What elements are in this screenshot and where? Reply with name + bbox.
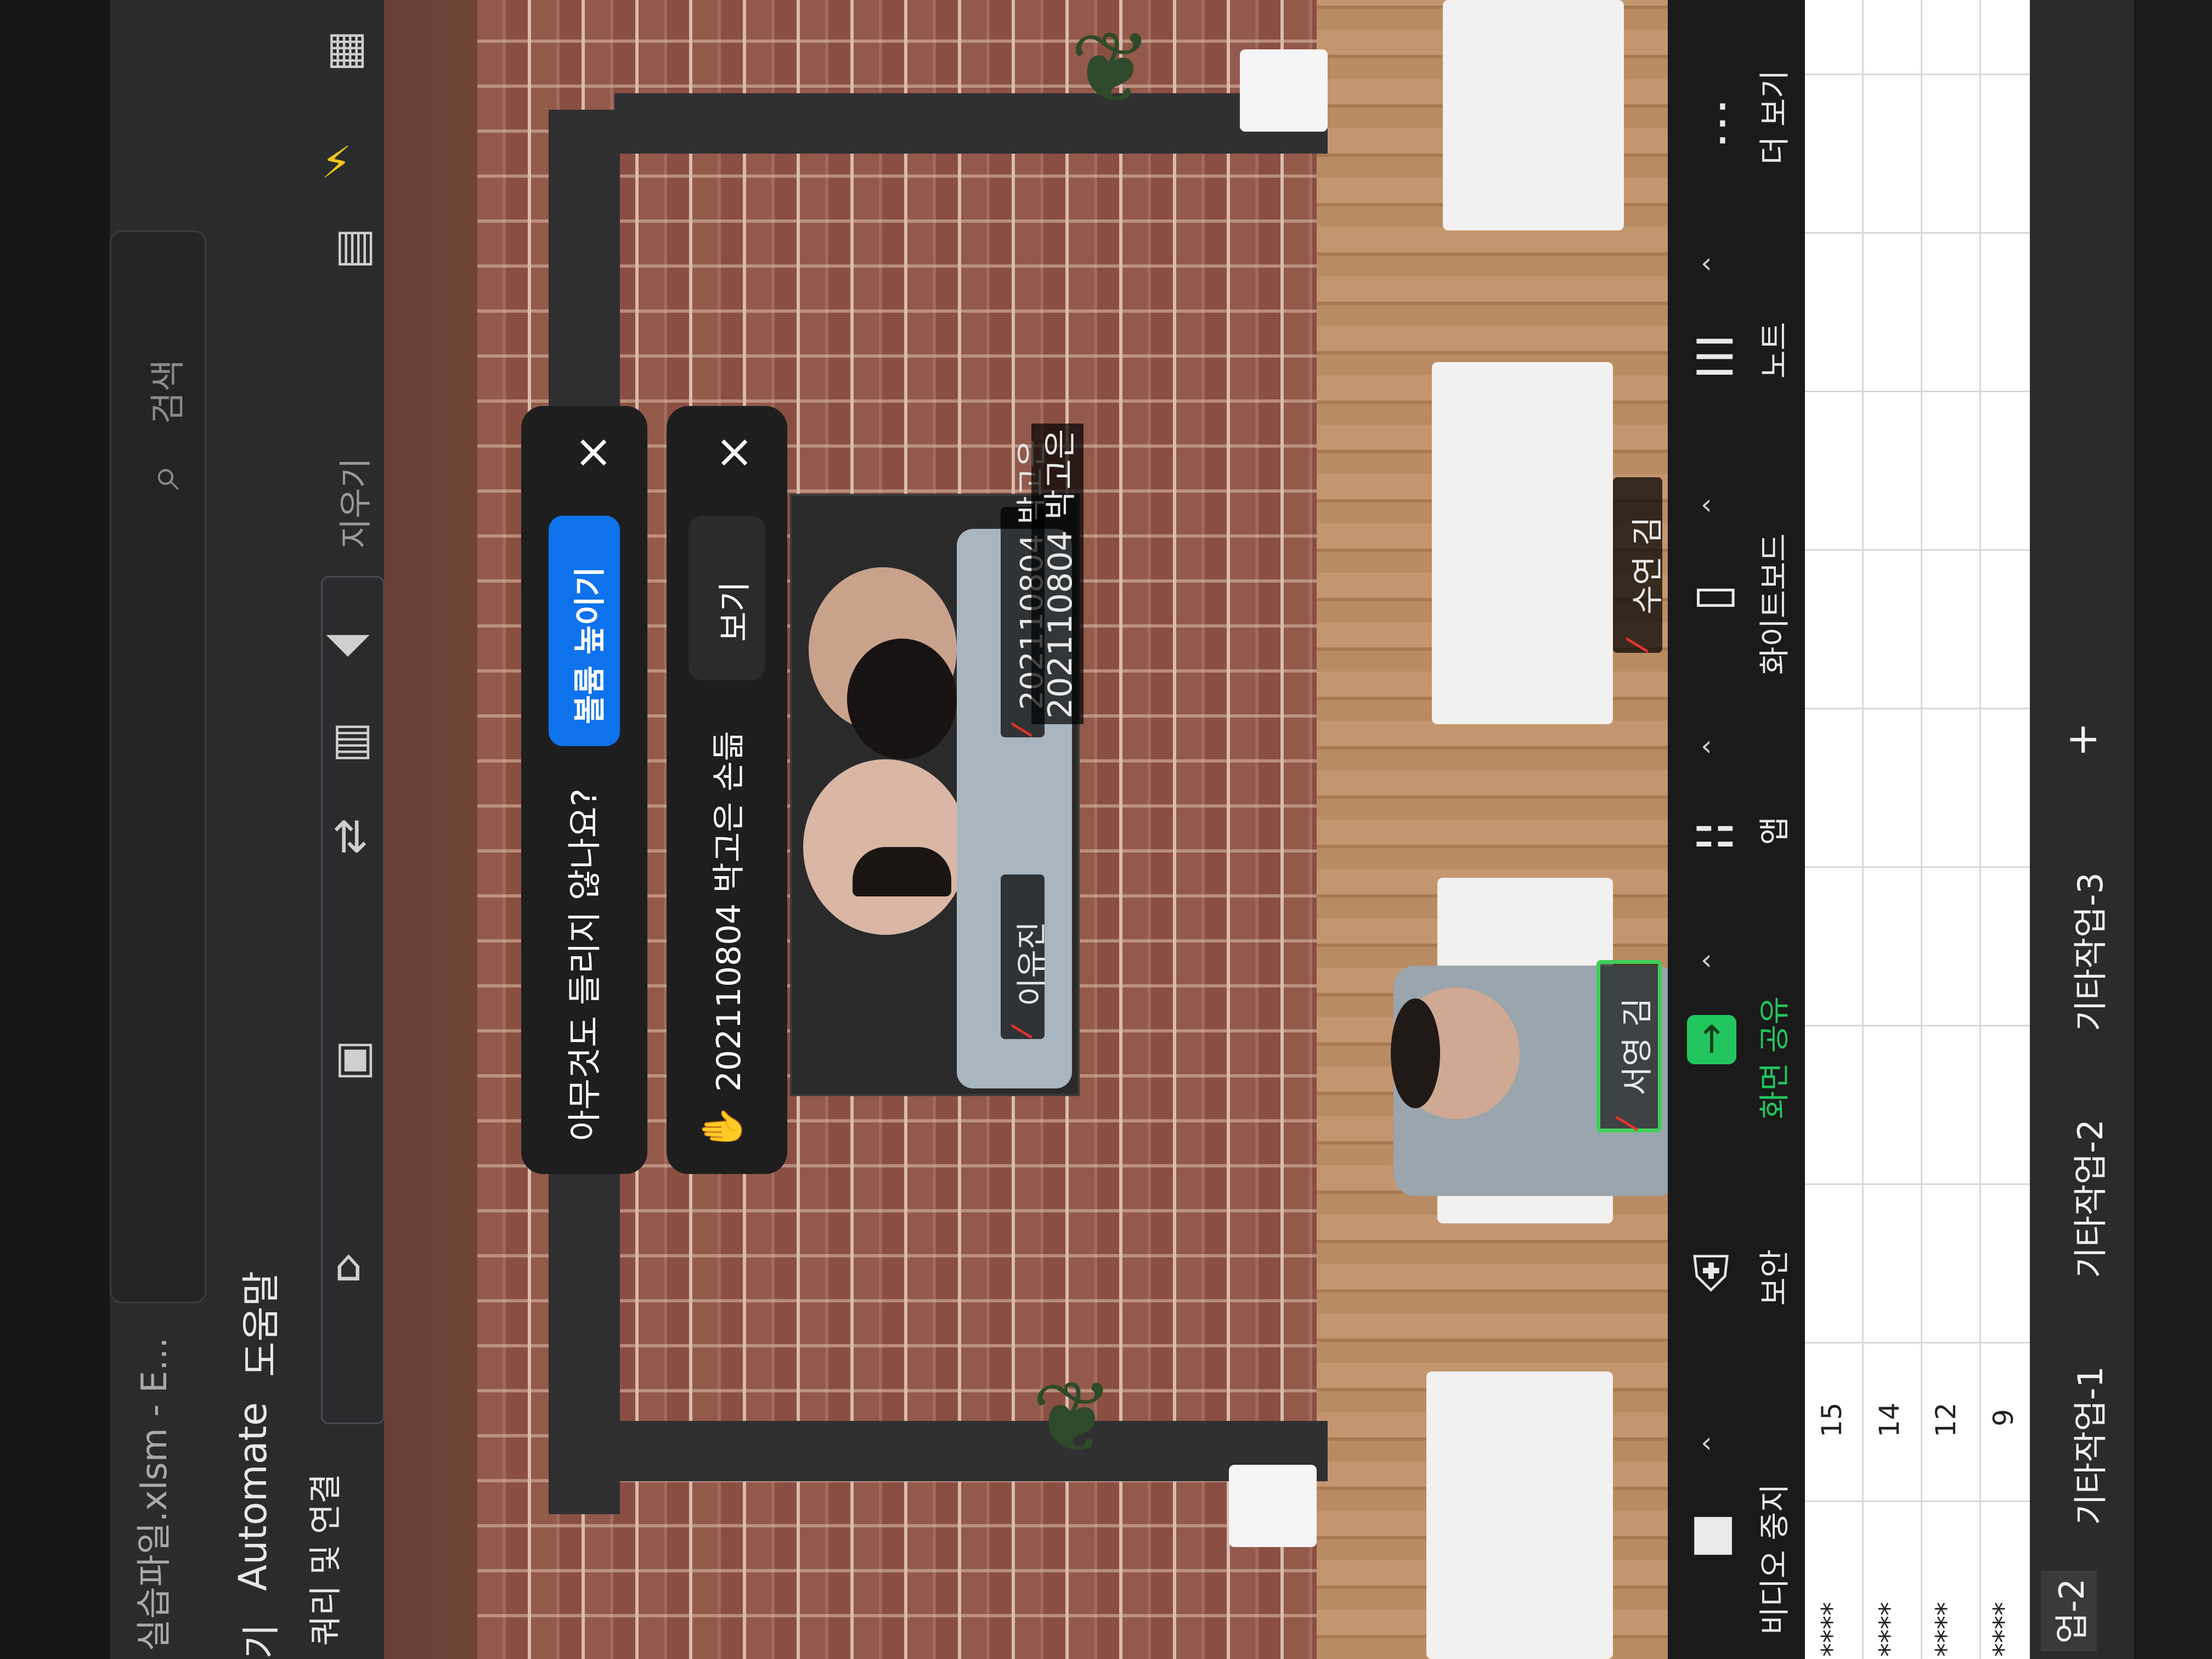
lamp bbox=[1229, 1465, 1317, 1547]
ribbon-group bbox=[321, 576, 385, 1424]
filter-icon[interactable]: ⏷ bbox=[324, 609, 372, 680]
sheet-tab[interactable]: 업-2 bbox=[2041, 1571, 2097, 1651]
participant-name: 이유진 bbox=[1014, 921, 1050, 1006]
toolbar-label-share[interactable]: 화면 공유 bbox=[1750, 996, 1795, 1119]
sort-az-icon[interactable]: ▤ bbox=[332, 713, 374, 764]
cell-stars[interactable]: **** bbox=[1930, 1602, 1962, 1657]
search-placeholder: 검색 bbox=[148, 359, 189, 424]
cell-value[interactable]: 9 bbox=[1988, 1409, 2019, 1426]
plant-decoration: ❦ bbox=[1031, 1361, 1114, 1475]
lamp bbox=[1240, 49, 1328, 132]
mic-off-icon: ⁄ bbox=[1007, 1029, 1038, 1034]
cell-stars[interactable]: **** bbox=[1874, 1602, 1905, 1657]
close-icon[interactable]: × bbox=[706, 433, 760, 472]
view-button-label: 보기 bbox=[716, 581, 754, 642]
close-icon[interactable]: × bbox=[565, 433, 619, 472]
search-input[interactable]: ⌕ 검색 bbox=[110, 230, 206, 1304]
raised-hand-icon: ✋ bbox=[699, 1104, 744, 1152]
camera-icon[interactable]: ▣ bbox=[335, 1031, 376, 1082]
participant-hair bbox=[847, 639, 957, 759]
participant-name: 수연 김 bbox=[1629, 516, 1666, 614]
cell-stars[interactable]: **** bbox=[1988, 1602, 2019, 1657]
flash-fill-icon[interactable]: ⚡ bbox=[321, 137, 352, 188]
excel-ribbon: 실습파일.xlsm - E... ⌕ 검색 기 Automate 도움말 쿼리 … bbox=[0, 0, 386, 1659]
hand-raise-text: 202110804 박고은 손듦 bbox=[710, 731, 748, 1092]
toolbar-label-security[interactable]: 보안 bbox=[1750, 1249, 1795, 1306]
active-speaker-name: 서영 김 bbox=[1618, 997, 1656, 1096]
beam-left bbox=[614, 93, 1328, 154]
raise-volume-label: 볼륨 높이기 bbox=[571, 567, 608, 724]
video-camera-icon[interactable]: ■ bbox=[1690, 1503, 1736, 1561]
raise-volume-button[interactable]: 볼륨 높이기 bbox=[549, 516, 620, 746]
sheet-tab-bar: 업-2 기타작업-1 기타작업-2 기타작업-3 + bbox=[2030, 0, 2134, 1659]
audio-notice-text: 아무것도 들리지 않나요? bbox=[565, 788, 605, 1141]
cell-value[interactable]: 15 bbox=[1816, 1402, 1848, 1437]
screen-bezel bbox=[2134, 0, 2212, 1659]
participant-top-label: 202110804 박고은 bbox=[1031, 423, 1084, 724]
participant-name-tag: ⁄ 이유진 bbox=[1001, 874, 1050, 1039]
menu-tab-partial[interactable]: 기 bbox=[230, 1624, 286, 1659]
sheet-tab[interactable]: 기타작업-1 bbox=[2063, 1366, 2112, 1525]
toolbar-label-apps[interactable]: 앱 bbox=[1750, 816, 1795, 845]
cell-value[interactable]: 14 bbox=[1874, 1402, 1905, 1437]
add-sheet-button[interactable]: + bbox=[2057, 722, 2106, 757]
plant-decoration: ❦ bbox=[1070, 11, 1153, 126]
white-table bbox=[1443, 0, 1624, 230]
chevron-up-icon[interactable]: ‹ bbox=[1701, 247, 1712, 280]
more-icon[interactable]: ⋮ bbox=[1698, 93, 1747, 151]
audio-notice-toast: 아무것도 들리지 않나요? 볼륨 높이기 × bbox=[521, 406, 647, 1174]
active-speaker-name-tag: ⁄ 서영 김 bbox=[1596, 960, 1662, 1132]
cell-stars[interactable]: **** bbox=[1816, 1602, 1848, 1657]
shield-icon[interactable]: ⛨ bbox=[1692, 1245, 1730, 1304]
excel-titlebar bbox=[0, 0, 110, 1659]
sheet-tab[interactable]: 기타작업-3 bbox=[2063, 872, 2112, 1031]
sheet-tab[interactable]: 기타작업-2 bbox=[2063, 1119, 2112, 1278]
hand-raise-toast: ✋ 202110804 박고은 손듦 보기 × bbox=[667, 406, 787, 1174]
apps-icon[interactable]: ⚏ bbox=[1692, 801, 1737, 859]
search-icon: ⌕ bbox=[136, 464, 190, 490]
participant-name-tag: ⁄ 수연 김 bbox=[1613, 477, 1666, 653]
mic-off-icon: ⁄ bbox=[1007, 727, 1038, 732]
clear-filter-button[interactable]: 지우기 bbox=[329, 458, 377, 549]
chevron-up-icon[interactable]: ‹ bbox=[1701, 730, 1712, 763]
chevron-up-icon[interactable]: ‹ bbox=[1701, 1426, 1712, 1459]
menu-tab-automate[interactable]: Automate bbox=[230, 1402, 275, 1591]
toolbar-label-video[interactable]: 비디오 중지 bbox=[1750, 1484, 1795, 1635]
bank-icon[interactable]: ⌂ bbox=[335, 1240, 363, 1291]
cell-value[interactable]: 12 bbox=[1930, 1402, 1962, 1437]
queries-connections-button[interactable]: 쿼리 및 연결 bbox=[299, 1474, 347, 1646]
white-table bbox=[1432, 362, 1613, 724]
chevron-up-icon[interactable]: ‹ bbox=[1701, 944, 1712, 977]
sort-icon[interactable]: ⇅ bbox=[332, 812, 369, 863]
view-button[interactable]: 보기 bbox=[689, 516, 765, 680]
data-tools-icon[interactable]: ▦ bbox=[326, 22, 368, 73]
text-to-columns-icon[interactable]: ▥ bbox=[335, 219, 376, 270]
notes-icon[interactable]: ☰ bbox=[1692, 329, 1737, 387]
whiteboard-icon[interactable]: ▭ bbox=[1692, 565, 1739, 623]
mic-off-icon: ⁄ bbox=[1611, 1121, 1644, 1126]
menu-tab-help[interactable]: 도움말 bbox=[230, 1271, 286, 1377]
share-screen-icon[interactable]: ↑ bbox=[1687, 1015, 1736, 1064]
excel-sheet-grid[interactable]: 15 14 12 9 **** **** **** **** bbox=[1805, 0, 2057, 1659]
white-table bbox=[1426, 1372, 1613, 1659]
beam-right bbox=[614, 1421, 1328, 1481]
participant-face bbox=[853, 847, 951, 896]
zoom-toolbar: ■ ‹ 비디오 중지 ⛨ 보안 ↑ ‹ 화면 공유 ⚏ ‹ 앱 ▭ ‹ 화이트보… bbox=[1668, 0, 1805, 1659]
toolbar-label-notes[interactable]: 노트 bbox=[1750, 322, 1795, 379]
toolbar-label-more[interactable]: 더 보기 bbox=[1750, 70, 1795, 165]
file-title: 실습파일.xlsm - E... bbox=[134, 1337, 175, 1651]
chevron-up-icon[interactable]: ‹ bbox=[1701, 488, 1712, 521]
toolbar-label-whiteboard[interactable]: 화이트보드 bbox=[1750, 533, 1795, 675]
active-speaker-hair bbox=[1391, 998, 1440, 1108]
mic-off-icon: ⁄ bbox=[1622, 642, 1655, 647]
